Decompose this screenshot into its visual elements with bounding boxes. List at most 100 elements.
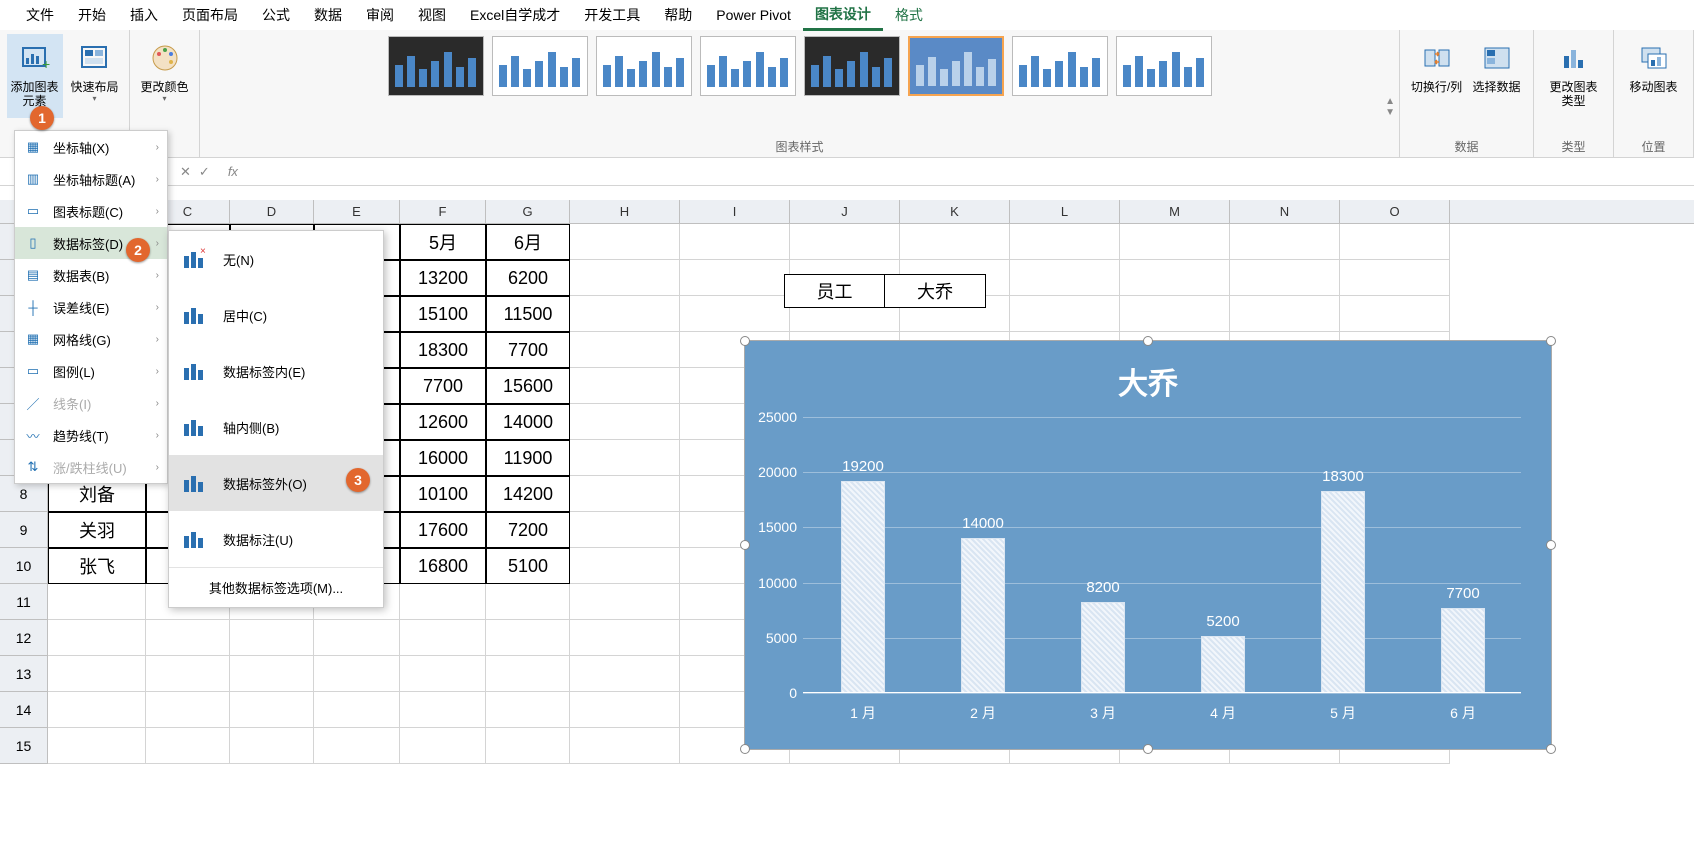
cell[interactable]: 7700 [400, 368, 486, 404]
cell[interactable] [146, 728, 230, 764]
chart-style-8[interactable] [1116, 36, 1212, 96]
cell[interactable] [230, 620, 314, 656]
menu-chart-title[interactable]: ▭图表标题(C)› [15, 195, 167, 227]
tab-insert[interactable]: 插入 [118, 1, 170, 29]
cell[interactable] [400, 584, 486, 620]
cell[interactable]: 11500 [486, 296, 570, 332]
cell[interactable] [790, 224, 900, 260]
select-data-button[interactable]: 选择数据 [1469, 34, 1525, 94]
menu-data-table[interactable]: ▤数据表(B)› [15, 259, 167, 291]
chart-style-1[interactable] [388, 36, 484, 96]
chart-style-5[interactable] [804, 36, 900, 96]
submenu-none[interactable]: ×无(N) [169, 231, 383, 287]
cell[interactable] [570, 692, 680, 728]
cell[interactable] [486, 584, 570, 620]
menu-trendline[interactable]: 〰趋势线(T)› [15, 419, 167, 451]
tab-format[interactable]: 格式 [883, 1, 935, 29]
cell[interactable] [400, 728, 486, 764]
cell[interactable] [486, 728, 570, 764]
confirm-icon[interactable]: ✓ [199, 164, 210, 180]
cell[interactable]: 6200 [486, 260, 570, 296]
cell[interactable] [400, 656, 486, 692]
cell[interactable] [314, 656, 400, 692]
row-header[interactable]: 10 [0, 548, 48, 584]
tab-review[interactable]: 审阅 [354, 1, 406, 29]
menu-gridlines[interactable]: ▦网格线(G)› [15, 323, 167, 355]
cell[interactable] [146, 620, 230, 656]
cell[interactable]: 15600 [486, 368, 570, 404]
chart-bar[interactable]: 14000 [961, 417, 1005, 693]
cell[interactable] [570, 296, 680, 332]
cell[interactable] [570, 512, 680, 548]
submenu-center[interactable]: 居中(C) [169, 287, 383, 343]
resize-handle[interactable] [740, 540, 750, 550]
column-header[interactable]: D [230, 200, 314, 223]
tab-page-layout[interactable]: 页面布局 [170, 1, 250, 29]
cell[interactable]: 关羽 [48, 512, 146, 548]
row-header[interactable]: 9 [0, 512, 48, 548]
cell[interactable]: 7700 [486, 332, 570, 368]
column-header[interactable]: I [680, 200, 790, 223]
cell[interactable]: 12600 [400, 404, 486, 440]
floating-table[interactable]: 员工 大乔 [784, 274, 986, 308]
cell[interactable]: 15100 [400, 296, 486, 332]
cell[interactable] [1010, 224, 1120, 260]
cell[interactable] [486, 692, 570, 728]
cell[interactable] [1120, 296, 1230, 332]
tab-chart-design[interactable]: 图表设计 [803, 0, 883, 31]
fx-icon[interactable]: fx [228, 164, 238, 179]
chart-title[interactable]: 大乔 [745, 341, 1551, 403]
cell[interactable]: 14000 [486, 404, 570, 440]
cell[interactable] [570, 476, 680, 512]
column-header[interactable]: O [1340, 200, 1450, 223]
column-header[interactable]: N [1230, 200, 1340, 223]
styles-scroll[interactable]: ▲▼ [1385, 96, 1395, 118]
cell[interactable] [1230, 224, 1340, 260]
change-chart-type-button[interactable]: 更改图表类型 [1546, 34, 1602, 109]
cell[interactable] [314, 728, 400, 764]
chart-object[interactable]: 大乔 0500010000150002000025000192001 月1400… [744, 340, 1552, 750]
cell[interactable] [230, 692, 314, 728]
cell[interactable]: 5100 [486, 548, 570, 584]
resize-handle[interactable] [1143, 336, 1153, 346]
tab-formula[interactable]: 公式 [250, 1, 302, 29]
resize-handle[interactable] [740, 336, 750, 346]
cell[interactable] [570, 656, 680, 692]
chart-style-2[interactable] [492, 36, 588, 96]
cell[interactable] [1340, 224, 1450, 260]
chart-style-3[interactable] [596, 36, 692, 96]
cell[interactable] [680, 224, 790, 260]
cell[interactable]: 7200 [486, 512, 570, 548]
formula-bar[interactable]: ✕ ✓ fx [0, 158, 1694, 186]
cell[interactable]: 17600 [400, 512, 486, 548]
cell[interactable]: 张飞 [48, 548, 146, 584]
tab-developer[interactable]: 开发工具 [572, 1, 652, 29]
cell[interactable]: 14200 [486, 476, 570, 512]
resize-handle[interactable] [1143, 744, 1153, 754]
row-header[interactable]: 13 [0, 656, 48, 692]
cell[interactable] [486, 620, 570, 656]
chart-style-7[interactable] [1012, 36, 1108, 96]
cell[interactable] [570, 368, 680, 404]
resize-handle[interactable] [1546, 540, 1556, 550]
resize-handle[interactable] [1546, 744, 1556, 754]
switch-rowcol-button[interactable]: 切换行/列 [1409, 34, 1465, 94]
row-header[interactable]: 15 [0, 728, 48, 764]
cell[interactable] [146, 692, 230, 728]
cell[interactable] [1230, 296, 1340, 332]
column-header[interactable]: K [900, 200, 1010, 223]
cell[interactable] [680, 260, 790, 296]
chart-style-6[interactable] [908, 36, 1004, 96]
tab-view[interactable]: 视图 [406, 1, 458, 29]
menu-error-bars[interactable]: ┼误差线(E)› [15, 291, 167, 323]
cell[interactable] [48, 620, 146, 656]
chart-bar[interactable]: 7700 [1441, 417, 1485, 693]
tab-home[interactable]: 开始 [66, 1, 118, 29]
cell[interactable] [570, 332, 680, 368]
cell[interactable] [146, 656, 230, 692]
cell[interactable] [230, 656, 314, 692]
cell[interactable] [48, 656, 146, 692]
cell[interactable] [570, 440, 680, 476]
chart-plot-area[interactable]: 0500010000150002000025000192001 月140002 … [803, 417, 1521, 693]
row-header[interactable]: 11 [0, 584, 48, 620]
